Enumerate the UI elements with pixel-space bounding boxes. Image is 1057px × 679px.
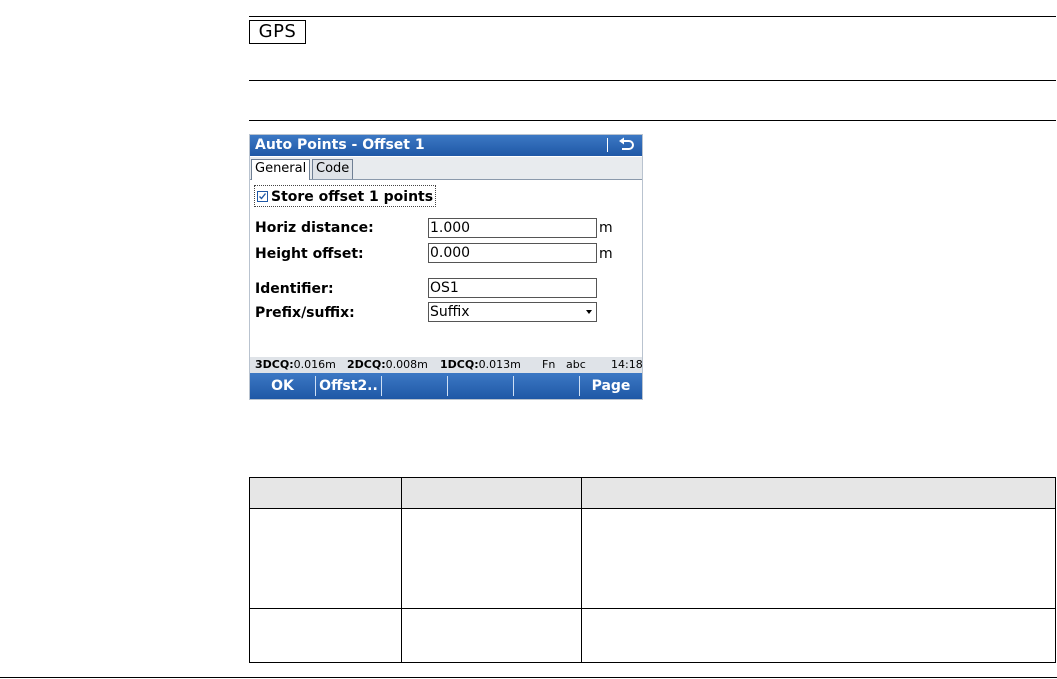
table-row-divider (250, 608, 1055, 609)
status-bar: 3DCQ:0.016m 2DCQ:0.008m 1DCQ:0.013m Fn a… (250, 357, 642, 373)
table-column-divider (401, 478, 402, 662)
identifier-label: Identifier: (255, 281, 334, 297)
section-rule-upper (249, 80, 1056, 81)
quality-1d: 1DCQ:0.013m (440, 357, 521, 373)
prefix-suffix-label: Prefix/suffix: (255, 305, 355, 321)
horiz-distance-input[interactable]: 1.000 (428, 218, 597, 238)
device-screen: Auto Points - Offset 1 General Code Stor… (249, 134, 643, 400)
height-offset-input[interactable]: 0.000 (428, 243, 597, 263)
description-table (249, 477, 1056, 663)
section-rule-lower (249, 120, 1056, 121)
prefix-suffix-value: Suffix (430, 304, 470, 320)
gps-tag: GPS (249, 20, 306, 44)
tab-general-label: General (255, 161, 307, 176)
quality-2d-value: 0.008m (385, 358, 428, 371)
fn-indicator: Fn (542, 358, 556, 371)
horiz-distance-unit: m (599, 220, 613, 236)
store-offset-label: Store offset 1 points (271, 189, 434, 205)
tab-general[interactable]: General (251, 159, 311, 180)
dropdown-arrow-icon[interactable] (586, 310, 592, 314)
quality-2d-label: 2DCQ: (347, 358, 386, 371)
quality-1d-value: 0.013m (478, 358, 521, 371)
quality-3d-value: 0.016m (293, 358, 336, 371)
quality-2d: 2DCQ:0.008m (347, 357, 428, 373)
identifier-input[interactable]: OS1 (428, 278, 597, 298)
softkey-ok[interactable]: OK (250, 373, 315, 399)
quality-3d-label: 3DCQ: (255, 358, 294, 371)
softkey-4[interactable] (448, 373, 513, 399)
quality-1d-label: 1DCQ: (440, 358, 479, 371)
prefix-suffix-select[interactable]: Suffix (428, 302, 597, 322)
input-mode: abc (566, 358, 586, 371)
screen-title: Auto Points - Offset 1 (255, 137, 425, 153)
table-header-row (250, 478, 1055, 509)
clock: 14:18 (611, 358, 643, 371)
height-offset-unit: m (599, 246, 613, 262)
table-column-divider (581, 478, 582, 662)
top-rule (249, 16, 1056, 17)
quality-3d: 3DCQ:0.016m (255, 357, 336, 373)
softkey-offst2[interactable]: Offst2.. (316, 373, 381, 399)
softkey-3[interactable] (382, 373, 447, 399)
height-offset-label: Height offset: (255, 246, 364, 262)
softkey-bar: OK Offst2.. Page (250, 373, 642, 399)
store-offset-checkbox-row[interactable]: Store offset 1 points (254, 185, 437, 207)
tab-code[interactable]: Code (312, 159, 354, 179)
footer-rule (0, 677, 1057, 678)
horiz-distance-label: Horiz distance: (255, 220, 374, 236)
tab-bar: General Code (250, 157, 642, 180)
checkbox-checked-icon[interactable] (257, 191, 268, 202)
softkey-5[interactable] (514, 373, 579, 399)
tab-code-label: Code (316, 161, 350, 176)
screen-titlebar: Auto Points - Offset 1 (250, 135, 642, 156)
titlebar-separator (607, 138, 608, 152)
back-arrow-icon[interactable] (616, 136, 636, 154)
softkey-page[interactable]: Page (580, 373, 642, 399)
